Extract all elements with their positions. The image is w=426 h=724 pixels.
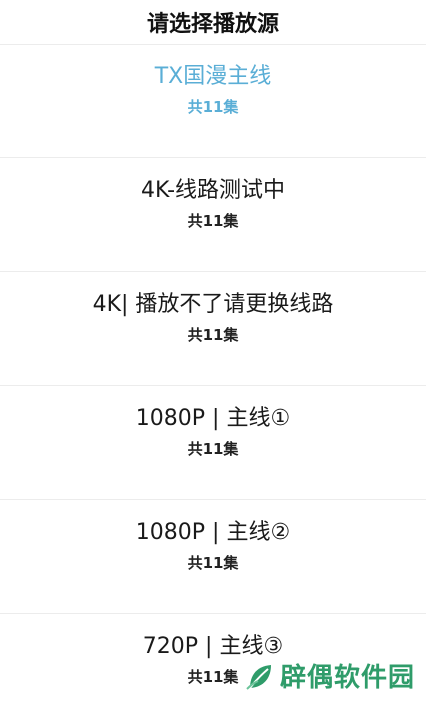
source-name: 4K| 播放不了请更换线路 xyxy=(92,292,334,317)
episode-count: 共11集 xyxy=(187,212,239,230)
source-item-1080p-main1[interactable]: 1080P | 主线① 共11集 xyxy=(0,386,426,496)
source-name: 1080P | 主线① xyxy=(135,406,291,431)
source-item-tx-main[interactable]: TX国漫主线 共11集 xyxy=(0,44,426,154)
source-name: 1080P | 主线② xyxy=(135,520,291,545)
source-name: 4K-线路测试中 xyxy=(140,178,286,203)
episode-count: 共11集 xyxy=(187,554,239,572)
episode-count: 共11集 xyxy=(187,326,239,344)
source-item-1080p-main2[interactable]: 1080P | 主线② 共11集 xyxy=(0,500,426,610)
source-item-4k-test[interactable]: 4K-线路测试中 共11集 xyxy=(0,158,426,268)
episode-count: 共11集 xyxy=(187,668,239,686)
source-name: 720P | 主线③ xyxy=(142,634,284,659)
source-name: TX国漫主线 xyxy=(154,64,272,89)
page-title: 请选择播放源 xyxy=(146,12,279,37)
source-item-4k-alt[interactable]: 4K| 播放不了请更换线路 共11集 xyxy=(0,272,426,382)
episode-count: 共11集 xyxy=(187,440,239,458)
source-item-720p-main3[interactable]: 720P | 主线③ 共11集 xyxy=(0,614,426,724)
episode-count: 共11集 xyxy=(187,98,239,116)
